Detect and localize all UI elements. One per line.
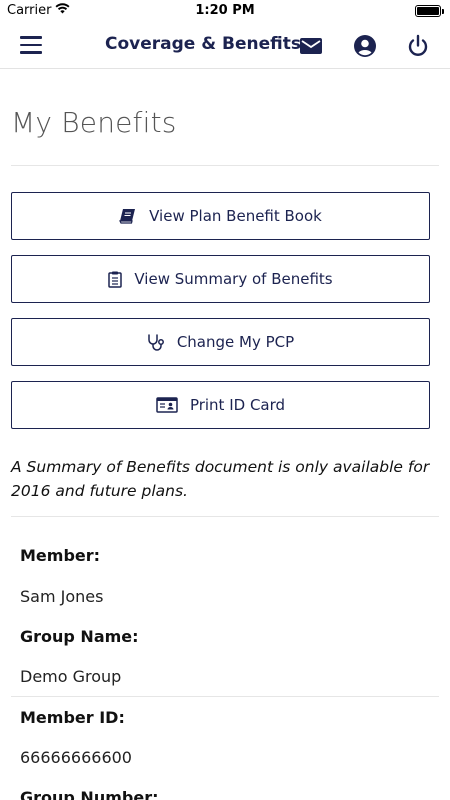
power-icon[interactable] xyxy=(405,33,431,59)
member-label: Member: xyxy=(20,546,101,565)
id-card-icon xyxy=(156,397,178,413)
status-time: 1:20 PM xyxy=(195,3,255,18)
nav-bar: Coverage & Benefits xyxy=(0,22,450,69)
print-id-card-button[interactable]: Print ID Card xyxy=(11,381,430,429)
view-plan-benefit-book-label: View Plan Benefit Book xyxy=(149,207,322,225)
change-my-pcp-label: Change My PCP xyxy=(176,333,295,351)
battery-icon xyxy=(415,5,444,17)
hamburger-menu-icon[interactable] xyxy=(20,36,42,54)
view-plan-benefit-book-button[interactable]: View Plan Benefit Book xyxy=(11,192,430,240)
info-row-divider xyxy=(11,696,439,697)
change-my-pcp-button[interactable]: Change My PCP xyxy=(11,318,430,366)
group-number-label: Group Number: xyxy=(20,788,159,800)
view-summary-of-benefits-button[interactable]: View Summary of Benefits xyxy=(11,255,430,303)
status-bar: Carrier 1:20 PM xyxy=(0,0,450,22)
mail-icon[interactable] xyxy=(298,33,324,59)
print-id-card-label: Print ID Card xyxy=(189,396,286,414)
stethoscope-icon xyxy=(147,333,165,351)
book-icon xyxy=(119,208,137,224)
title-divider xyxy=(11,165,439,166)
member-value: Sam Jones xyxy=(20,587,104,606)
page-title: My Benefits xyxy=(11,106,177,139)
member-id-label: Member ID: xyxy=(20,708,125,727)
nav-title: Coverage & Benefits xyxy=(105,34,301,54)
summary-availability-note: A Summary of Benefits document is only a… xyxy=(11,458,430,500)
member-id-value: 66666666600 xyxy=(20,748,132,767)
clipboard-icon xyxy=(108,271,123,288)
view-summary-of-benefits-label: View Summary of Benefits xyxy=(134,270,333,288)
group-name-label: Group Name: xyxy=(20,627,139,646)
group-name-value: Demo Group xyxy=(20,667,122,686)
note-divider xyxy=(11,516,439,517)
account-circle-icon[interactable] xyxy=(352,33,378,59)
